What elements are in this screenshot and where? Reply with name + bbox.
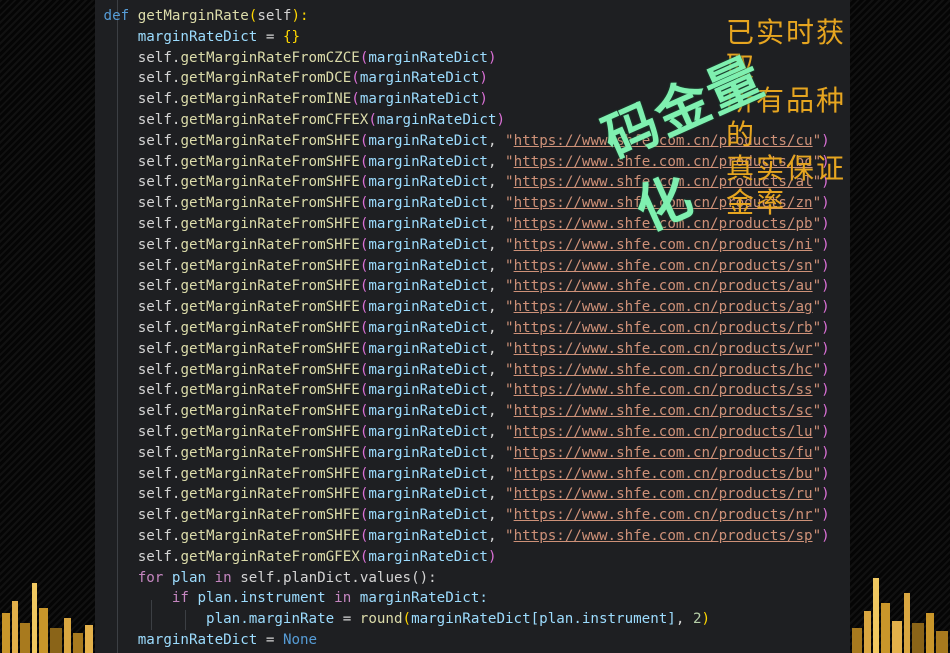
code-line: self.getMarginRateFromSHFE(marginRateDic… bbox=[137, 361, 830, 378]
code-line: if plan.instrument in marginRateDict: bbox=[171, 590, 488, 607]
code-line: self.getMarginRateFromSHFE(marginRateDic… bbox=[137, 382, 830, 399]
gold-skyline-right bbox=[852, 578, 948, 653]
right-decorative-panel bbox=[850, 0, 950, 653]
code-line: marginRateDict = None bbox=[137, 631, 318, 648]
code-line: for plan in self.planDict.values(): bbox=[137, 569, 437, 586]
code-line: self.getMarginRateFromSHFE(marginRateDic… bbox=[137, 278, 830, 295]
code-line: self.getMarginRateFromGFEX(marginRateDic… bbox=[137, 548, 497, 565]
code-line: self.getMarginRateFromSHFE(marginRateDic… bbox=[137, 340, 830, 357]
left-decorative-panel bbox=[0, 0, 95, 653]
gold-skyline-left bbox=[2, 583, 93, 653]
code-line: self.getMarginRateFromSHFE(marginRateDic… bbox=[137, 236, 830, 253]
code-line: self.getMarginRateFromSHFE(marginRateDic… bbox=[137, 299, 830, 316]
code-line: self.getMarginRateFromSHFE(marginRateDic… bbox=[137, 423, 830, 440]
code-line: self.getMarginRateFromSHFE(marginRateDic… bbox=[137, 319, 830, 336]
code-line: self.getMarginRateFromSHFE(marginRateDic… bbox=[137, 444, 830, 461]
code-line: plan.marginRate = round(marginRateDict[p… bbox=[206, 611, 711, 628]
code-editor[interactable]: def getMarginRate(self): marginRateDict … bbox=[95, 0, 850, 653]
code-line: self.getMarginRateFromSHFE(marginRateDic… bbox=[137, 465, 830, 482]
code-line: self.getMarginRateFromSHFE(marginRateDic… bbox=[137, 403, 830, 420]
code-line: self.getMarginRateFromSHFE(marginRateDic… bbox=[137, 486, 830, 503]
code-line: self.getMarginRateFromSHFE(marginRateDic… bbox=[137, 507, 830, 524]
code-line: self.getMarginRateFromSHFE(marginRateDic… bbox=[137, 527, 830, 544]
code-line: self.getMarginRateFromSHFE(marginRateDic… bbox=[137, 257, 830, 274]
